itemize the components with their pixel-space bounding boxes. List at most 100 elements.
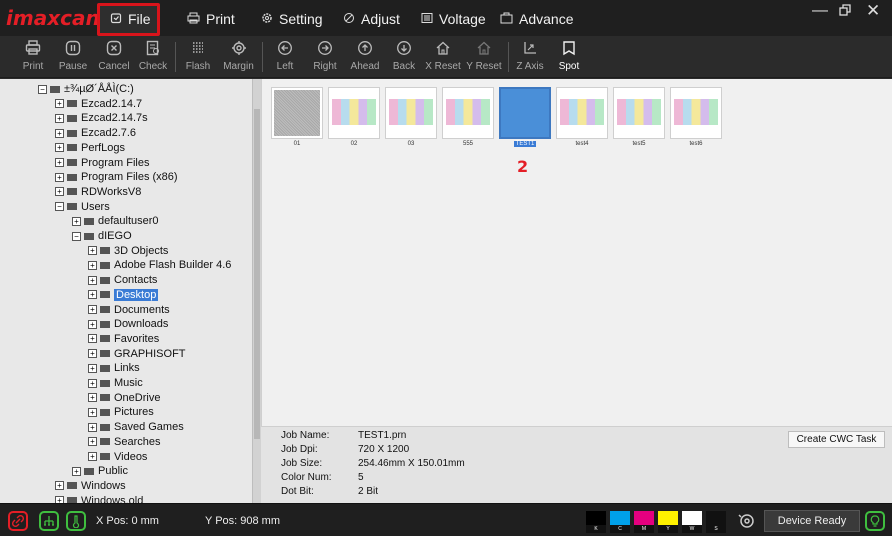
tree-item[interactable]: + Desktop	[88, 288, 159, 302]
margin-button[interactable]: Margin	[222, 36, 255, 78]
expand-toggle-icon[interactable]: +	[55, 187, 64, 197]
expand-toggle-icon[interactable]: +	[88, 393, 97, 403]
menu-adjust[interactable]: Adjust	[343, 8, 400, 30]
tree-item[interactable]: + Music	[88, 376, 143, 390]
device-status-button[interactable]: Device Ready	[764, 510, 860, 532]
tree-item[interactable]: +3D Objects	[88, 244, 168, 258]
tree-item-label: defaultuser0	[98, 215, 159, 228]
back-button[interactable]: Back	[391, 36, 417, 78]
file-thumbnail[interactable]	[328, 87, 380, 139]
tree-item[interactable]: + RDWorksV8	[55, 185, 141, 199]
tree-item-label: Contacts	[114, 274, 158, 287]
tree-item[interactable]: + Videos	[88, 450, 147, 464]
right-button[interactable]: Right	[310, 36, 340, 78]
restore-icon[interactable]	[839, 3, 851, 21]
tree-scrollbar[interactable]	[252, 79, 261, 503]
expand-toggle-icon[interactable]: +	[55, 496, 64, 503]
tree-item[interactable]: + Program Files (x86)	[55, 170, 178, 184]
menu-advance[interactable]: Advance	[500, 8, 573, 30]
expand-toggle-icon[interactable]: +	[88, 407, 97, 417]
minimize-icon[interactable]: —	[812, 2, 828, 20]
expand-toggle-icon[interactable]: +	[88, 437, 97, 447]
expand-toggle-icon[interactable]: +	[55, 99, 64, 109]
file-thumbnail[interactable]	[271, 87, 323, 139]
tree-item[interactable]: + Windows	[55, 479, 126, 493]
network-icon[interactable]	[39, 511, 59, 531]
tree-item[interactable]: + Contacts	[88, 273, 157, 287]
tree-item[interactable]: + Ezcad2.7.6	[55, 126, 136, 140]
file-thumbnail[interactable]	[613, 87, 665, 139]
ahead-button[interactable]: Ahead	[348, 36, 382, 78]
expand-toggle-icon[interactable]: +	[88, 290, 97, 300]
scrollbar-thumb[interactable]	[254, 109, 260, 439]
file-thumbnail[interactable]	[499, 87, 551, 139]
expand-toggle-icon[interactable]: +	[72, 216, 81, 226]
expand-toggle-icon[interactable]: +	[88, 305, 97, 314]
z-axis-button[interactable]: Z Axis	[515, 36, 545, 78]
expand-toggle-icon[interactable]: +	[88, 349, 97, 359]
expand-toggle-icon[interactable]: +	[88, 246, 97, 256]
tree-item[interactable]: − dIEGO	[72, 229, 132, 243]
expand-toggle-icon[interactable]: −	[38, 84, 47, 94]
file-thumbnail[interactable]	[385, 87, 437, 139]
pause-button[interactable]: Pause	[58, 36, 88, 78]
expand-toggle-icon[interactable]: +	[55, 172, 64, 182]
menu-voltage[interactable]: Voltage	[421, 8, 486, 30]
tree-item[interactable]: + PerfLogs	[55, 141, 125, 155]
tree-item[interactable]: − ±¾µØ´ÅÅÌ(C:)	[38, 82, 134, 96]
tree-item[interactable]: + OneDrive	[88, 391, 160, 405]
file-thumbnail[interactable]	[670, 87, 722, 139]
menu-file[interactable]: File	[110, 8, 151, 30]
expand-toggle-icon[interactable]: +	[88, 422, 97, 432]
tree-item[interactable]: + Saved Games	[88, 420, 184, 434]
file-thumbnail[interactable]	[442, 87, 494, 139]
expand-toggle-icon[interactable]: +	[55, 481, 64, 491]
flash-button[interactable]: Flash	[185, 36, 211, 78]
x-reset-button[interactable]: X Reset	[423, 36, 463, 78]
create-cwc-task-button[interactable]: Create CWC Task	[788, 431, 885, 448]
expand-toggle-icon[interactable]: −	[55, 202, 64, 212]
left-button[interactable]: Left	[273, 36, 297, 78]
tree-item[interactable]: − Users	[55, 200, 110, 214]
tree-item[interactable]: + defaultuser0	[72, 214, 159, 228]
tree-item[interactable]: + Ezcad2.14.7s	[55, 111, 148, 125]
y-reset-button[interactable]: Y Reset	[464, 36, 504, 78]
tree-item[interactable]: + Ezcad2.14.7	[55, 97, 142, 111]
link-icon[interactable]	[8, 511, 28, 531]
expand-toggle-icon[interactable]: +	[88, 378, 97, 388]
tree-item[interactable]: + GRAPHISOFT	[88, 347, 186, 361]
expand-toggle-icon[interactable]: +	[88, 452, 97, 461]
expand-toggle-icon[interactable]: +	[88, 363, 97, 373]
check-button[interactable]: Check	[138, 36, 168, 78]
menu-print[interactable]: Print	[187, 8, 235, 30]
expand-toggle-icon[interactable]: +	[88, 319, 97, 329]
tree-item[interactable]: + Searches	[88, 435, 160, 449]
tree-item[interactable]: + Favorites	[88, 332, 159, 346]
tree-item[interactable]: + Adobe Flash Builder 4.6	[88, 258, 231, 272]
thermometer-icon[interactable]	[66, 511, 86, 531]
tree-item[interactable]: + Downloads	[88, 317, 168, 331]
refresh-icon[interactable]	[737, 511, 757, 531]
lightbulb-icon[interactable]	[865, 511, 885, 531]
tree-item[interactable]: + Documents	[88, 303, 170, 317]
tree-item[interactable]: + Public	[72, 464, 128, 478]
expand-toggle-icon[interactable]: +	[88, 275, 97, 285]
expand-toggle-icon[interactable]: −	[72, 231, 81, 241]
file-thumbnail[interactable]	[556, 87, 608, 139]
expand-toggle-icon[interactable]: +	[55, 158, 64, 167]
expand-toggle-icon[interactable]: +	[55, 128, 64, 138]
tree-item[interactable]: + Program Files	[55, 156, 149, 170]
close-icon[interactable]: ✕	[866, 1, 880, 21]
spot-button[interactable]: Spot	[557, 36, 581, 78]
cancel-button[interactable]: Cancel	[97, 36, 131, 78]
expand-toggle-icon[interactable]: +	[55, 113, 64, 123]
menu-setting[interactable]: Setting	[261, 8, 323, 30]
expand-toggle-icon[interactable]: +	[55, 143, 64, 153]
expand-toggle-icon[interactable]: +	[88, 334, 97, 344]
print-button[interactable]: Print	[20, 36, 46, 78]
expand-toggle-icon[interactable]: +	[88, 260, 97, 270]
tree-item[interactable]: + Windows.old	[55, 494, 143, 503]
tree-item[interactable]: + Links	[88, 361, 140, 375]
expand-toggle-icon[interactable]: +	[72, 466, 81, 476]
tree-item[interactable]: + Pictures	[88, 405, 154, 419]
